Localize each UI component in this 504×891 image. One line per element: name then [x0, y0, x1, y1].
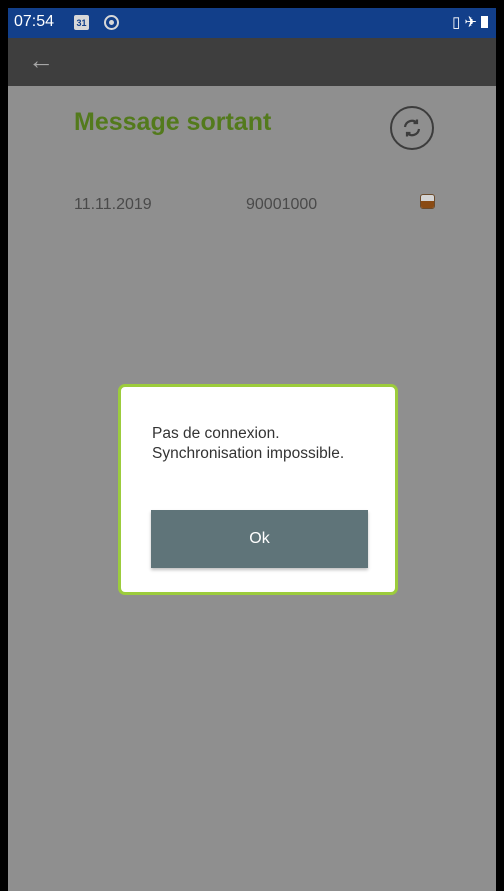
app-screen: 07:54 31 ▯✈ ← Message sortant 11.11.2019… [8, 8, 496, 891]
status-right-icons: ▯✈ [452, 13, 488, 31]
airplane-icon: ✈ [464, 14, 481, 31]
message-date: 11.11.2019 [74, 196, 152, 213]
arrow-left-icon[interactable]: ← [28, 45, 54, 75]
status-time: 07:54 [14, 13, 55, 30]
page-title: Message sortant [74, 108, 272, 136]
ok-button-label: Ok [249, 530, 270, 547]
battery-icon [481, 16, 488, 28]
sync-button[interactable] [390, 106, 434, 150]
dialog-message: Pas de connexion. Synchronisation imposs… [152, 424, 382, 464]
vibrate-icon: ▯ [452, 14, 465, 31]
sync-icon [403, 119, 421, 137]
app-bar: ← [8, 38, 496, 86]
chrome-icon [104, 15, 119, 30]
dialog-message-line-1: Pas de connexion. [152, 425, 280, 442]
ok-button[interactable]: Ok [151, 510, 368, 568]
alert-dialog: Pas de connexion. Synchronisation imposs… [118, 384, 398, 595]
calendar-icon: 31 [74, 15, 89, 30]
message-number: 90001000 [246, 196, 318, 213]
status-bar: 07:54 31 ▯✈ [8, 8, 496, 38]
pending-status-icon [420, 194, 435, 209]
dialog-message-line-2: Synchronisation impossible. [152, 445, 345, 462]
